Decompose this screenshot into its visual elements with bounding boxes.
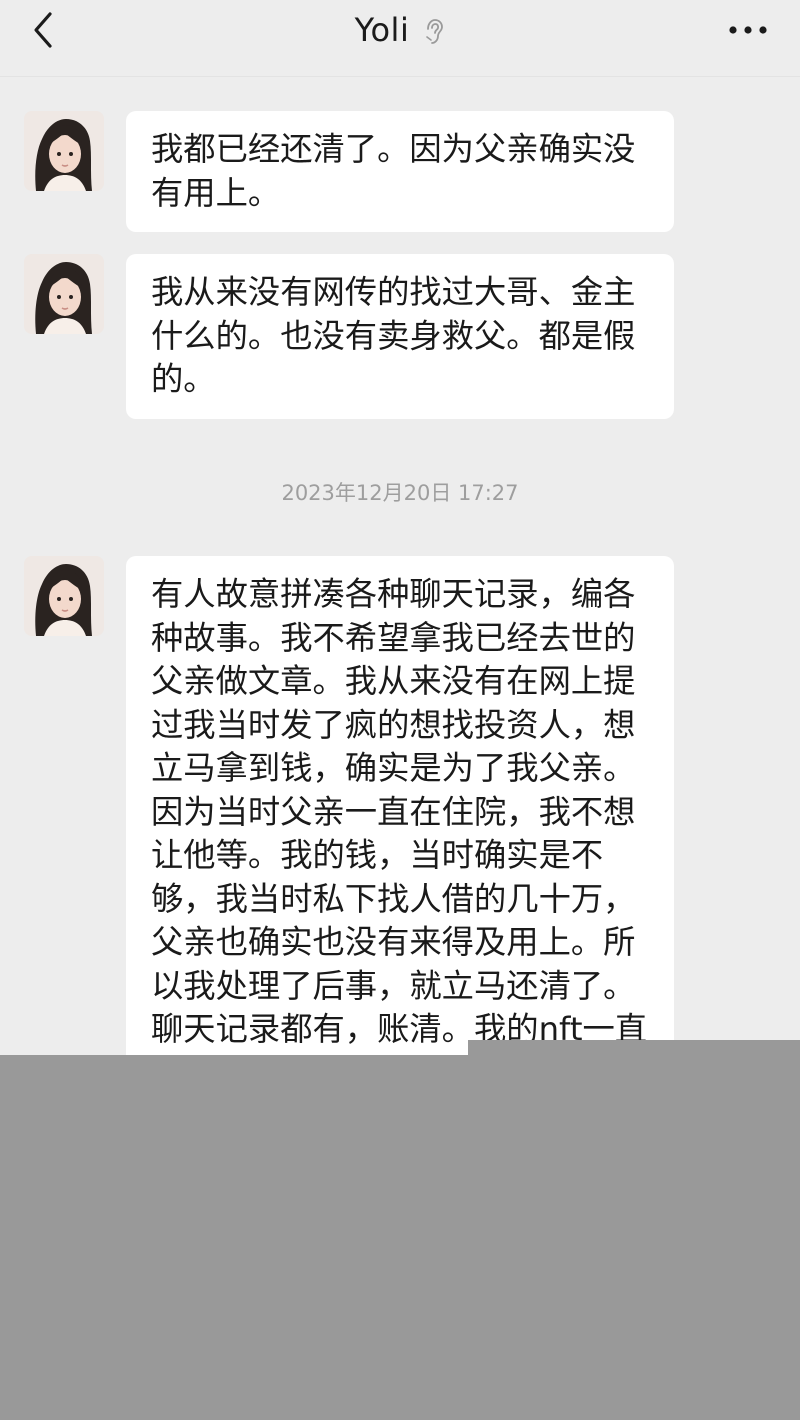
avatar-portrait [24, 254, 104, 334]
avatar-portrait [24, 556, 104, 636]
redaction-overlay-edge [468, 1040, 800, 1055]
more-dots-icon [729, 26, 767, 34]
message-timestamp: 2023年12月20日 17:27 [281, 481, 519, 505]
redaction-overlay [0, 1055, 800, 1420]
message-bubble[interactable]: 有人故意拼凑各种聊天记录，编各种故事。我不希望拿我已经去世的父亲做文章。我从来没… [126, 556, 674, 1055]
message-bubble[interactable]: 我都已经还清了。因为父亲确实没有用上。 [126, 111, 674, 232]
chat-title-group: Yoli [0, 4, 800, 56]
sender-avatar[interactable] [24, 111, 104, 191]
chat-title: Yoli [354, 11, 410, 49]
message-bubble[interactable]: 我从来没有网传的找过大哥、金主什么的。也没有卖身救父。都是假的。 [126, 254, 674, 419]
message-text: 我都已经还清了。因为父亲确实没有用上。 [151, 130, 636, 212]
more-button[interactable] [724, 12, 772, 48]
ear-icon [426, 19, 444, 44]
message-text: 有人故意拼凑各种聊天记录，编各种故事。我不希望拿我已经去世的父亲做文章。我从来没… [151, 575, 648, 1055]
chat-header: Yoli [0, 0, 800, 77]
sender-avatar[interactable] [24, 556, 104, 636]
sender-avatar[interactable] [24, 254, 104, 334]
message-text: 我从来没有网传的找过大哥、金主什么的。也没有卖身救父。都是假的。 [151, 273, 636, 398]
avatar-portrait [24, 111, 104, 191]
